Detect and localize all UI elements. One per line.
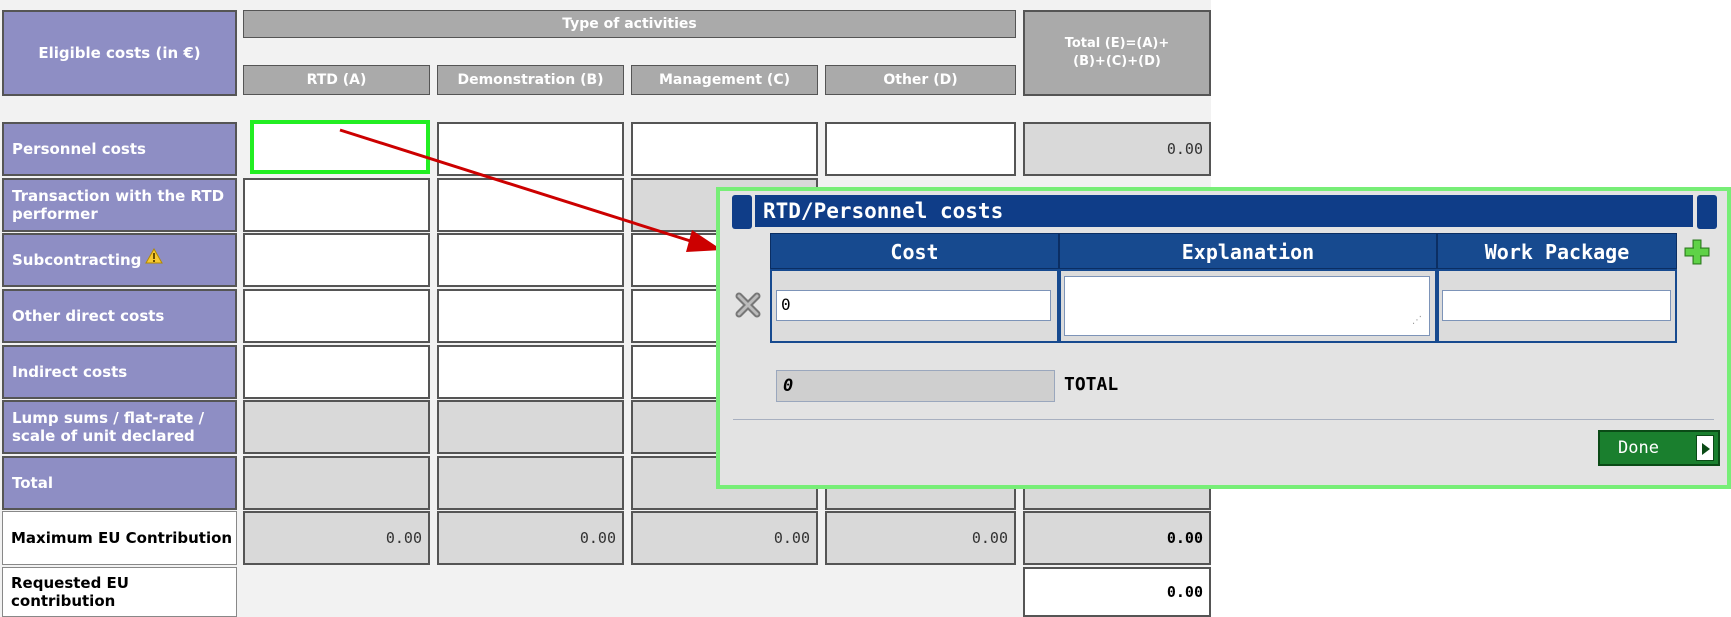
max-eu-other-cell: 0.00 (825, 511, 1016, 565)
cost-input[interactable]: 0 (776, 290, 1051, 321)
type-of-activities-header: Type of activities (243, 10, 1016, 38)
done-arrow-icon[interactable] (1696, 435, 1714, 461)
total-label: TOTAL (1064, 374, 1119, 395)
dialog-title-cap-right (1697, 195, 1717, 229)
row-label-requested-eu: Requested EU contribution (2, 567, 237, 617)
dialog-divider (733, 419, 1714, 420)
subcontracting-text: Subcontracting (12, 251, 142, 269)
total-header-line2: (B)+(C)+(D) (1073, 54, 1161, 69)
column-header-rtd: RTD (A) (243, 65, 430, 95)
eligible-costs-header: Eligible costs (in €) (2, 10, 237, 96)
requested-eu-total-cell: 0.00 (1023, 567, 1211, 617)
max-eu-demonstration-cell: 0.00 (437, 511, 624, 565)
row-label-indirect: Indirect costs (2, 345, 237, 399)
resize-grip-icon[interactable]: ⋰ (1412, 316, 1424, 330)
row-label-max-eu: Maximum EU Contribution (2, 511, 237, 565)
personnel-other-cell[interactable] (825, 122, 1016, 176)
max-eu-rtd-cell: 0.00 (243, 511, 430, 565)
other-direct-demonstration-cell[interactable] (437, 289, 624, 343)
row-label-subcontracting: Subcontracting (2, 233, 237, 287)
row-label-personnel: Personnel costs (2, 122, 237, 176)
column-header-demonstration: Demonstration (B) (437, 65, 624, 95)
lump-demonstration-cell (437, 400, 624, 454)
warning-triangle-icon (145, 248, 164, 264)
total-rtd-cell (243, 456, 430, 510)
lump-rtd-cell (243, 400, 430, 454)
x-remove-icon[interactable] (733, 290, 763, 320)
explanation-textarea[interactable] (1064, 276, 1430, 336)
column-header-other: Other (D) (825, 65, 1016, 95)
total-value-field: 0 (776, 370, 1055, 402)
dialog-title: RTD/Personnel costs (755, 195, 1693, 227)
row-label-total: Total (2, 456, 237, 510)
done-label: Done (1618, 438, 1659, 458)
explanation-column-header: Explanation (1059, 233, 1437, 269)
personnel-total-cell: 0.00 (1023, 122, 1211, 176)
total-column-header: Total (E)=(A)+ (B)+(C)+(D) (1023, 10, 1211, 96)
plus-icon[interactable] (1683, 238, 1711, 266)
pointer-arrow (339, 128, 722, 252)
row-label-lump-sums: Lump sums / flat-rate / scale of unit de… (2, 400, 237, 454)
other-direct-rtd-cell[interactable] (243, 289, 430, 343)
total-demonstration-cell (437, 456, 624, 510)
right-triangle-icon (1702, 443, 1710, 455)
dialog-title-cap-left (732, 195, 752, 229)
work-package-input[interactable] (1442, 290, 1671, 321)
eligible-costs-label: Eligible costs (in €) (38, 44, 201, 62)
indirect-rtd-cell[interactable] (243, 345, 430, 399)
cost-column-header: Cost (770, 233, 1059, 269)
column-header-management: Management (C) (631, 65, 818, 95)
row-label-other-direct: Other direct costs (2, 289, 237, 343)
row-label-transaction: Transaction with the RTD performer (2, 178, 237, 232)
total-header-line1: Total (E)=(A)+ (1064, 36, 1170, 51)
max-eu-management-cell: 0.00 (631, 511, 818, 565)
indirect-demonstration-cell[interactable] (437, 345, 624, 399)
work-package-column-header: Work Package (1437, 233, 1677, 269)
max-eu-total-cell: 0.00 (1023, 511, 1211, 565)
